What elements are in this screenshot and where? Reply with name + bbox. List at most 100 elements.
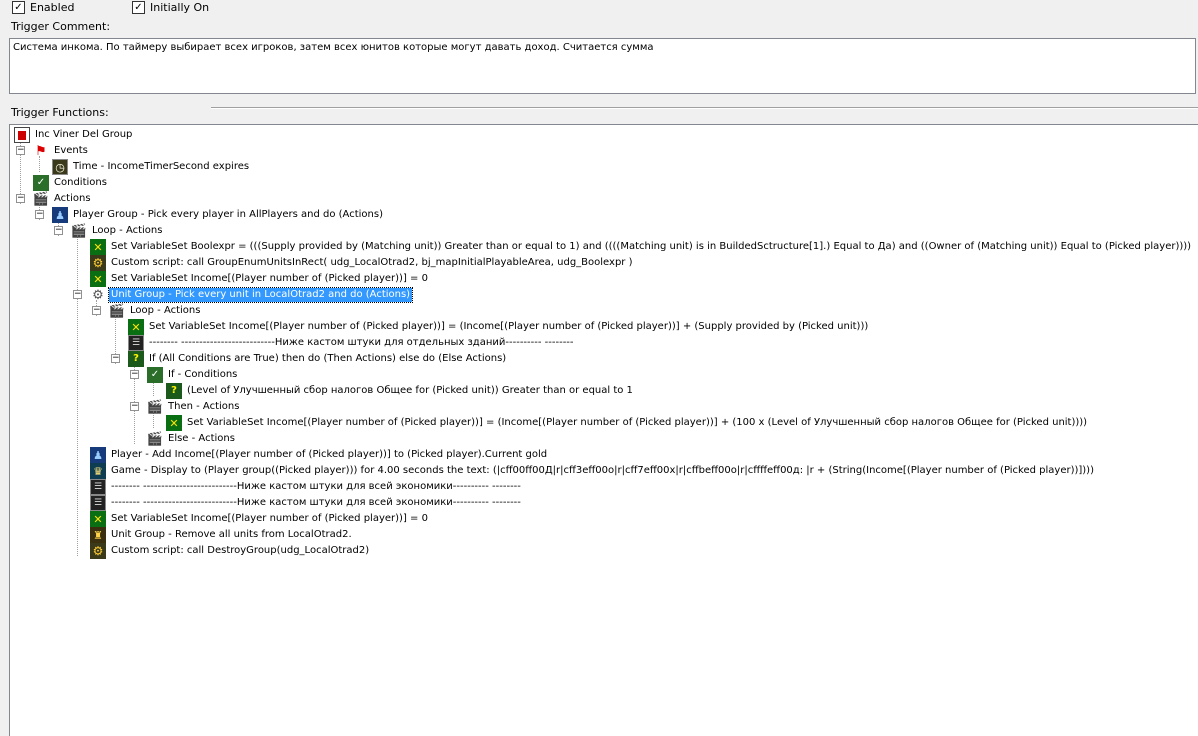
game-display-icon: ♛ (90, 463, 106, 479)
collapse-loop-toggle[interactable]: − (54, 226, 63, 235)
initially-on-checkbox[interactable]: ✓ Initially On (132, 0, 209, 15)
tree-row-label: -------- --------------------------Ниже … (149, 337, 574, 348)
tree-row-if-conditions[interactable]: ✓ If - Conditions (147, 367, 239, 383)
tree-row-label: Unit Group - Pick every unit in LocalOtr… (107, 287, 414, 303)
conditions-icon: ✓ (147, 367, 163, 383)
tree-row-label: Conditions (54, 177, 107, 188)
event-flag-icon: ⚑ (35, 143, 47, 159)
tree-row-trigger[interactable]: Inc Viner Del Group (14, 127, 134, 143)
question-icon: ? (166, 383, 182, 399)
splitter-highlight (211, 108, 1198, 109)
tree-row-label: If (All Conditions are True) then do (Th… (149, 353, 507, 364)
tree-row-label: Player Group - Pick every player in AllP… (73, 209, 383, 220)
tree-row-label: Then - Actions (168, 401, 240, 412)
trigger-functions-label: Trigger Functions: (11, 106, 109, 119)
tree-row-action[interactable]: ✕ Set VariableSet Income[(Player number … (166, 415, 1089, 431)
tree-row-comment[interactable]: ☰ -------- --------------------------Ниж… (90, 479, 523, 495)
tree-row-label: Time - IncomeTimerSecond expires (73, 161, 250, 172)
enabled-label: Enabled (30, 1, 75, 14)
collapse-inner-loop-toggle[interactable]: − (92, 306, 101, 315)
trigger-comment-label: Trigger Comment: (11, 20, 111, 33)
tree-row-label: Actions (54, 193, 91, 204)
tree-row-action[interactable]: ♜ Unit Group - Remove all units from Loc… (90, 527, 354, 543)
enabled-checkbox[interactable]: ✓ Enabled (12, 0, 74, 15)
collapse-actions-toggle[interactable]: − (16, 194, 25, 203)
player-group-icon: ♟ (52, 207, 68, 223)
loop-icon: 🎬 (70, 223, 88, 239)
tree-row-label: Loop - Actions (92, 225, 163, 236)
player-icon: ♟ (90, 447, 106, 463)
tree-row-condition[interactable]: ? (Level of Улучшенный сбор налогов Обще… (166, 383, 635, 399)
tree-row-then-actions[interactable]: 🎬 Then - Actions (147, 399, 241, 415)
custom-script-icon: ⚙ (90, 255, 106, 271)
tree-row-conditions[interactable]: ✓ Conditions (33, 175, 109, 191)
tree-row-label: Custom script: call DestroyGroup(udg_Loc… (111, 545, 370, 556)
tree-row-loop[interactable]: 🎬 Loop - Actions (71, 223, 164, 239)
tree-row-action[interactable]: ♟ Player - Add Income[(Player number of … (90, 447, 549, 463)
tree-row-actions[interactable]: 🎬 Actions (33, 191, 93, 207)
trigger-functions-tree[interactable]: − − − − − − − − − Inc Viner Del Group ⚑ … (9, 124, 1198, 736)
tree-row-label: Set VariableSet Income[(Player number of… (187, 417, 1088, 428)
tree-row-action[interactable]: ✕ Set VariableSet Income[(Player number … (90, 511, 430, 527)
tree-row-action[interactable]: ✕ Set VariableSet Income[(Player number … (128, 319, 870, 335)
tree-row-label: -------- --------------------------Ниже … (111, 481, 521, 492)
tree-row-label: Set VariableSet Income[(Player number of… (149, 321, 869, 332)
tree-row-action[interactable]: ♛ Game - Display to (Player group((Picke… (90, 463, 1096, 479)
collapse-events-toggle[interactable]: − (16, 146, 25, 155)
unit-group-icon: ⚙ (92, 287, 104, 303)
tree-row-label: Else - Actions (168, 433, 235, 444)
tree-row-comment[interactable]: ☰ -------- --------------------------Ниж… (128, 335, 576, 351)
comment-icon: ☰ (90, 495, 106, 511)
remove-units-icon: ♜ (90, 527, 106, 543)
conditions-icon: ✓ (33, 175, 49, 191)
if-question-icon: ? (128, 351, 144, 367)
trigger-comment-field[interactable]: Система инкома. По таймеру выбирает всех… (9, 38, 1196, 94)
tree-row-label: Events (54, 145, 88, 156)
tree-row-else-actions[interactable]: 🎬 Else - Actions (147, 431, 237, 447)
tree-row-label: Set VariableSet Income[(Player number of… (111, 273, 428, 284)
initially-on-label: Initially On (150, 1, 210, 14)
tree-row-action[interactable]: ✕ Set VariableSet Boolexpr = (((Supply p… (90, 239, 1193, 255)
tree-row-action[interactable]: ✕ Set VariableSet Income[(Player number … (90, 271, 430, 287)
collapse-player-group-toggle[interactable]: − (35, 210, 44, 219)
loop-icon: 🎬 (108, 303, 126, 319)
collapse-unit-group-toggle[interactable]: − (73, 290, 82, 299)
trigger-icon (14, 127, 30, 143)
tree-row-label: Inc Viner Del Group (35, 129, 133, 140)
tree-row-event[interactable]: ◷ Time - IncomeTimerSecond expires (52, 159, 251, 175)
tree-row-events[interactable]: ⚑ Events (33, 143, 90, 159)
tree-row-action[interactable]: ⚙ Custom script: call DestroyGroup(udg_L… (90, 543, 371, 559)
tree-row-label: Game - Display to (Player group((Picked … (111, 465, 1094, 476)
tree-row-label: Custom script: call GroupEnumUnitsInRect… (111, 257, 633, 268)
set-variable-icon: ✕ (166, 415, 182, 431)
check-icon: ✓ (132, 1, 145, 14)
tree-row-label: If - Conditions (168, 369, 238, 380)
tree-row-label: (Level of Улучшенный сбор налогов Общее … (187, 385, 633, 396)
custom-script-icon: ⚙ (90, 543, 106, 559)
collapse-if-toggle[interactable]: − (111, 354, 120, 363)
check-icon: ✓ (12, 1, 25, 14)
tree-row-label: -------- --------------------------Ниже … (111, 497, 521, 508)
tree-line (77, 236, 78, 556)
tree-row-action-selected[interactable]: ⚙ Unit Group - Pick every unit in LocalO… (90, 287, 414, 303)
collapse-then-actions-toggle[interactable]: − (130, 402, 139, 411)
tree-row-label: Set VariableSet Income[(Player number of… (111, 513, 428, 524)
set-variable-icon: ✕ (90, 239, 106, 255)
actions-icon: 🎬 (146, 399, 164, 415)
tree-row-label: Set VariableSet Boolexpr = (((Supply pro… (111, 241, 1192, 252)
tree-row-action[interactable]: ⚙ Custom script: call GroupEnumUnitsInRe… (90, 255, 634, 271)
tree-row-label: Loop - Actions (130, 305, 201, 316)
comment-icon: ☰ (128, 335, 144, 351)
comment-icon: ☰ (90, 479, 106, 495)
tree-row-loop[interactable]: 🎬 Loop - Actions (109, 303, 202, 319)
set-variable-icon: ✕ (90, 511, 106, 527)
tree-row-action[interactable]: ♟ Player Group - Pick every player in Al… (52, 207, 385, 223)
timer-icon: ◷ (52, 159, 68, 175)
tree-row-label: Player - Add Income[(Player number of (P… (111, 449, 548, 460)
set-variable-icon: ✕ (90, 271, 106, 287)
collapse-if-conditions-toggle[interactable]: − (130, 370, 139, 379)
actions-icon: 🎬 (146, 431, 164, 447)
tree-row-if[interactable]: ? If (All Conditions are True) then do (… (128, 351, 508, 367)
tree-row-label: Unit Group - Remove all units from Local… (111, 529, 352, 540)
tree-row-comment[interactable]: ☰ -------- --------------------------Ниж… (90, 495, 523, 511)
